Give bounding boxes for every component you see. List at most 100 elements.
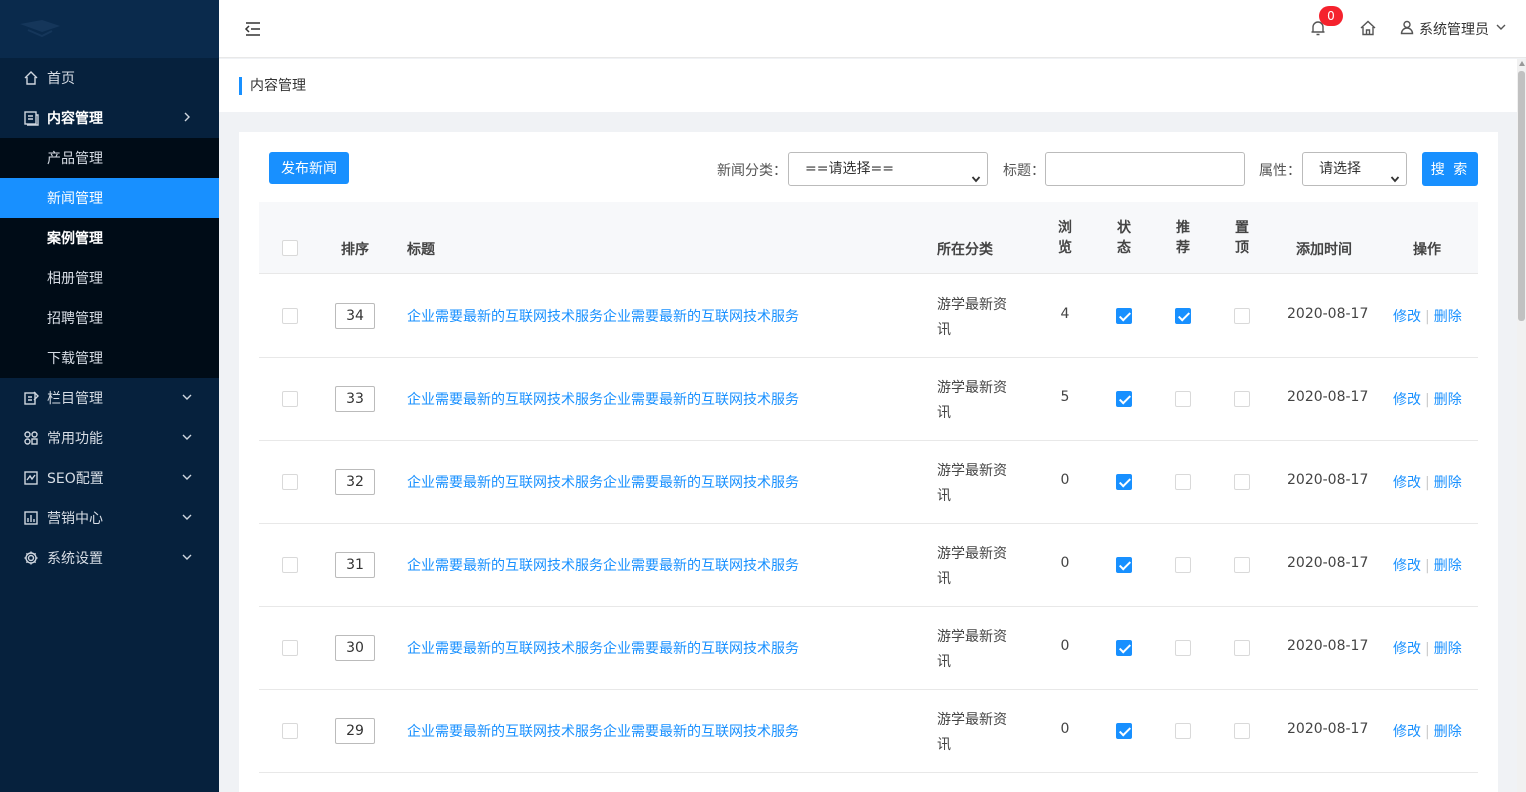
delete-link[interactable]: 删除 [1434,558,1462,574]
sidebar-item-cases[interactable]: 案例管理 [0,218,219,258]
news-title-link[interactable]: 企业需要最新的互联网技术服务企业需要最新的互联网技术服务 [407,555,799,575]
marketing-icon [22,509,40,527]
row-select-checkbox[interactable] [282,557,298,573]
sidebar-item-home[interactable]: 首页 [0,58,219,98]
status-checkbox[interactable] [1116,557,1132,573]
top-checkbox[interactable] [1234,391,1250,407]
recommend-checkbox[interactable] [1175,640,1191,656]
page-scrollbar[interactable] [1517,59,1526,792]
views-cell: 4 [1060,306,1070,322]
table-row: 31 企业需要最新的互联网技术服务企业需要最新的互联网技术服务 游学最新资讯 0 202… [259,524,1478,607]
sidebar-item-label: 营销中心 [47,511,103,527]
news-title-link[interactable]: 企业需要最新的互联网技术服务企业需要最新的互联网技术服务 [407,306,799,326]
top-checkbox[interactable] [1234,557,1250,573]
sidebar-item-common[interactable]: 常用功能 [0,418,219,458]
recommend-checkbox[interactable] [1175,474,1191,490]
sort-order-input[interactable]: 32 [335,469,375,495]
menu-collapse-icon[interactable] [243,19,263,39]
top-checkbox[interactable] [1234,640,1250,656]
recommend-checkbox[interactable] [1175,723,1191,739]
edit-link[interactable]: 修改 [1393,558,1421,574]
news-title-link[interactable]: 企业需要最新的互联网技术服务企业需要最新的互联网技术服务 [407,389,799,409]
scrollbar-thumb[interactable] [1518,71,1525,321]
news-title-link[interactable]: 企业需要最新的互联网技术服务企业需要最新的互联网技术服务 [407,638,799,658]
logo-icon [20,20,60,38]
sort-order-input[interactable]: 34 [335,303,375,329]
row-select-checkbox[interactable] [282,308,298,324]
status-checkbox[interactable] [1116,308,1132,324]
category-select[interactable]: ==请选择== [788,152,988,186]
sort-order-input[interactable]: 30 [335,635,375,661]
row-select-checkbox[interactable] [282,391,298,407]
news-title-link[interactable]: 企业需要最新的互联网技术服务企业需要最新的互联网技术服务 [407,721,799,741]
user-name: 系统管理员 [1419,22,1489,38]
sidebar-item-label: 新闻管理 [47,191,103,207]
edit-link[interactable]: 修改 [1393,475,1421,491]
select-all-checkbox[interactable] [282,240,298,256]
sidebar-item-seo[interactable]: SEO配置 [0,458,219,498]
edit-link[interactable]: 修改 [1393,309,1421,325]
sidebar-item-products[interactable]: 产品管理 [0,138,219,178]
sidebar-item-columns[interactable]: 栏目管理 [0,378,219,418]
row-actions: 修改 | 删除 [1393,472,1462,492]
chevron-down-icon [181,431,193,443]
home-icon[interactable] [1359,19,1379,39]
sidebar-item-news[interactable]: 新闻管理 [0,178,219,218]
category-cell: 游学最新资讯 [937,297,1007,338]
edit-link[interactable]: 修改 [1393,641,1421,657]
sidebar-item-settings[interactable]: 系统设置 [0,538,219,578]
attribute-select-value: 请选择 [1319,161,1361,177]
sidebar-item-recruitment[interactable]: 招聘管理 [0,298,219,338]
edit-link[interactable]: 修改 [1393,724,1421,740]
sidebar-item-albums[interactable]: 相册管理 [0,258,219,298]
scroll-up-arrow-icon[interactable] [1519,61,1525,66]
row-actions: 修改 | 删除 [1393,555,1462,575]
sidebar-item-label: 相册管理 [47,271,103,287]
top-checkbox[interactable] [1234,474,1250,490]
sort-order-input[interactable]: 31 [335,552,375,578]
news-title-link[interactable]: 企业需要最新的互联网技术服务企业需要最新的互联网技术服务 [407,472,799,492]
top-checkbox[interactable] [1234,723,1250,739]
edit-link[interactable]: 修改 [1393,392,1421,408]
status-checkbox[interactable] [1116,391,1132,407]
attribute-select[interactable]: 请选择 [1302,152,1407,186]
status-checkbox[interactable] [1116,640,1132,656]
table-row: 33 企业需要最新的互联网技术服务企业需要最新的互联网技术服务 游学最新资讯 5 202… [259,358,1478,441]
sidebar-item-downloads[interactable]: 下载管理 [0,338,219,378]
delete-link[interactable]: 删除 [1434,724,1462,740]
sort-order-input[interactable]: 29 [335,718,375,744]
row-select-checkbox[interactable] [282,474,298,490]
sidebar-item-label: 内容管理 [47,111,103,127]
recommend-checkbox[interactable] [1175,557,1191,573]
user-menu[interactable]: 系统管理员 [1399,18,1507,40]
views-cell: 5 [1060,389,1070,405]
sidebar-item-label: 产品管理 [47,151,103,167]
status-checkbox[interactable] [1116,723,1132,739]
sidebar-item-marketing[interactable]: 营销中心 [0,498,219,538]
title-search-input[interactable] [1045,152,1245,186]
search-button[interactable]: 搜 索 [1422,152,1478,186]
apps-icon [22,429,40,447]
delete-link[interactable]: 删除 [1434,392,1462,408]
content-card: 发布新闻 新闻分类： ==请选择== 标题： 属性： 请选择 搜 索 排序 标题… [239,132,1498,792]
recommend-checkbox[interactable] [1175,391,1191,407]
sidebar-item-content[interactable]: 内容管理 [0,98,219,138]
delete-link[interactable]: 删除 [1434,641,1462,657]
sort-order-input[interactable]: 33 [335,386,375,412]
chevron-down-icon [181,511,193,523]
publish-news-button[interactable]: 发布新闻 [269,152,349,184]
chevron-down-icon [971,164,981,183]
top-checkbox[interactable] [1234,308,1250,324]
table-row: 34 企业需要最新的互联网技术服务企业需要最新的互联网技术服务 游学最新资讯 4 202… [259,275,1478,358]
delete-link[interactable]: 删除 [1434,309,1462,325]
chevron-down-icon [1390,164,1400,183]
status-checkbox[interactable] [1116,474,1132,490]
row-select-checkbox[interactable] [282,640,298,656]
chart-icon [22,469,40,487]
date-cell: 2020-08-17 [1287,721,1369,737]
sidebar-item-label: 招聘管理 [47,311,103,327]
row-select-checkbox[interactable] [282,723,298,739]
delete-link[interactable]: 删除 [1434,475,1462,491]
recommend-checkbox[interactable] [1175,308,1191,324]
sidebar-item-label: SEO配置 [47,471,104,487]
